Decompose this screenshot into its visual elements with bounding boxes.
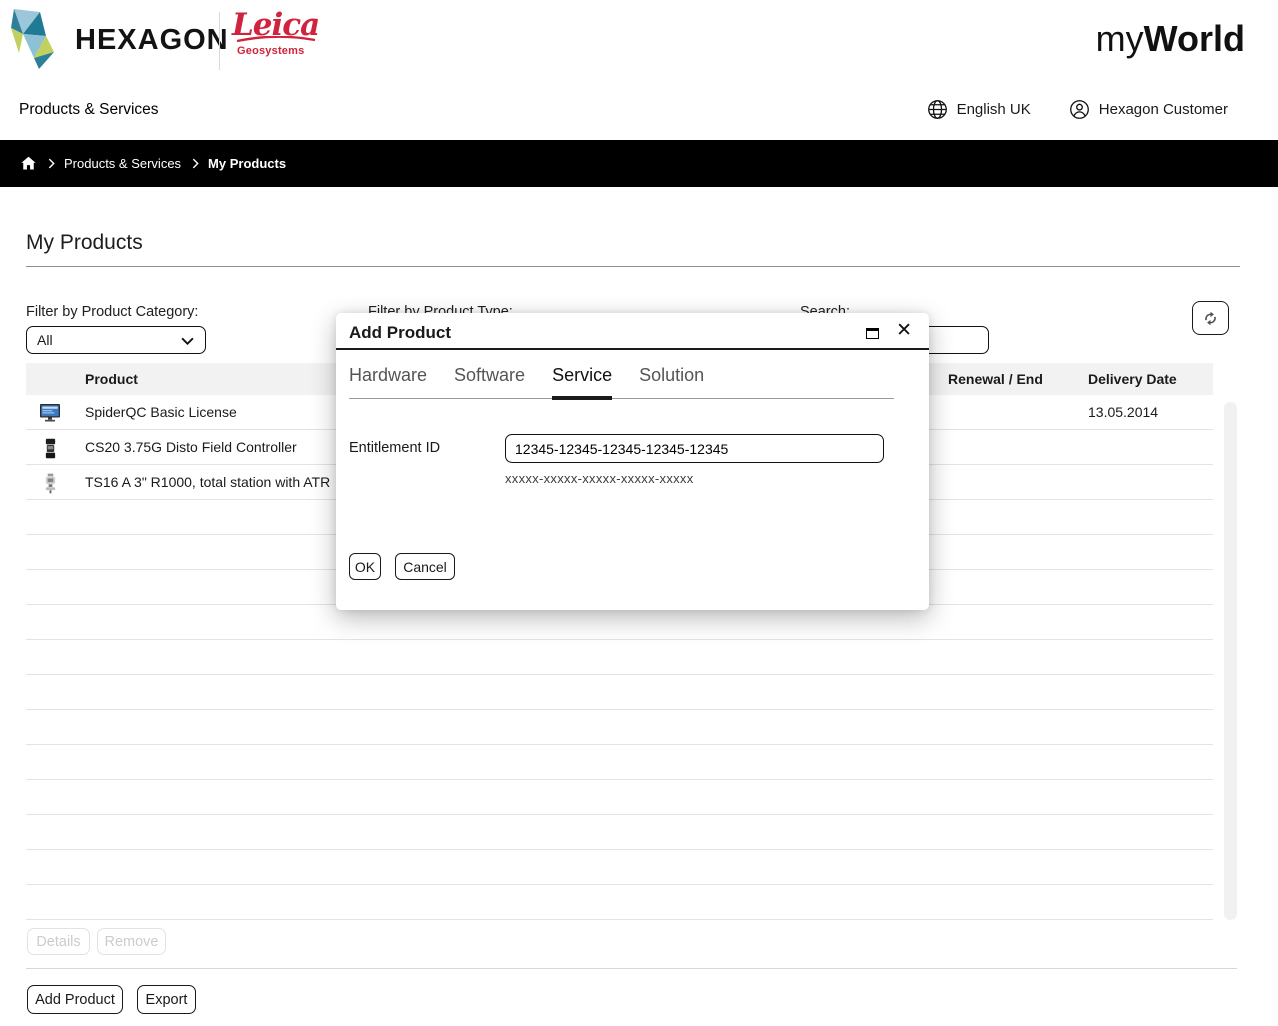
breadcrumb: Products & Services My Products	[0, 140, 1278, 187]
ok-button[interactable]: OK	[349, 553, 381, 580]
globe-icon	[927, 99, 948, 120]
remove-button[interactable]: Remove	[97, 928, 166, 955]
table-row-empty	[26, 745, 1213, 780]
table-row-empty	[26, 640, 1213, 675]
logo-divider	[219, 12, 220, 70]
refresh-icon	[1202, 310, 1219, 327]
dialog-title-rule	[336, 348, 929, 350]
user-label: Hexagon Customer	[1099, 101, 1228, 118]
delivery-date: 13.05.2014	[1088, 404, 1158, 420]
details-button[interactable]: Details	[27, 928, 90, 955]
add-product-button[interactable]: Add Product	[27, 985, 123, 1014]
entitlement-id-input[interactable]	[505, 434, 884, 463]
dialog-tabs: Hardware Software Service Solution	[349, 365, 894, 399]
monitor-product-icon	[39, 402, 61, 424]
table-row-empty	[26, 780, 1213, 815]
title-divider	[26, 266, 1240, 267]
table-row-empty	[26, 815, 1213, 850]
app-title-world: World	[1144, 18, 1245, 59]
total-station-product-icon	[39, 472, 61, 494]
category-filter-label: Filter by Product Category:	[26, 304, 198, 320]
myworld-page: HEXAGON Leica Geosystems myWorld Product…	[0, 0, 1278, 1026]
category-select[interactable]: All	[26, 326, 206, 354]
language-label: English UK	[957, 101, 1031, 118]
bottom-divider	[26, 968, 1237, 969]
app-title: myWorld	[1096, 18, 1245, 60]
dialog-title: Add Product	[349, 323, 451, 343]
chevron-down-icon	[181, 337, 194, 345]
tab-solution[interactable]: Solution	[639, 365, 704, 399]
table-row-empty	[26, 675, 1213, 710]
breadcrumb-products-services[interactable]: Products & Services	[64, 156, 181, 171]
app-title-my: my	[1096, 18, 1144, 59]
tab-software[interactable]: Software	[454, 365, 525, 399]
controller-product-icon	[39, 437, 61, 459]
column-header-delivery[interactable]: Delivery Date	[1088, 371, 1177, 387]
close-icon[interactable]: ✕	[896, 319, 912, 342]
product-name: SpiderQC Basic License	[85, 404, 237, 420]
maximize-icon[interactable]	[866, 328, 879, 339]
chevron-right-icon	[192, 158, 199, 169]
cancel-button[interactable]: Cancel	[395, 553, 455, 580]
home-icon[interactable]	[20, 155, 37, 172]
category-select-value: All	[37, 332, 53, 348]
hexagon-brand-text: HEXAGON	[75, 24, 229, 57]
hexagon-logo-icon	[10, 8, 68, 70]
column-header-product[interactable]: Product	[85, 371, 138, 387]
breadcrumb-my-products[interactable]: My Products	[208, 156, 286, 171]
table-row-empty	[26, 605, 1213, 640]
product-name: CS20 3.75G Disto Field Controller	[85, 439, 297, 455]
user-menu[interactable]: Hexagon Customer	[1069, 99, 1228, 120]
table-scrollbar[interactable]	[1224, 402, 1237, 920]
leica-geosystems-text: Geosystems	[237, 45, 324, 57]
chevron-right-icon	[48, 158, 55, 169]
leica-logo: Leica Geosystems	[232, 8, 324, 57]
export-button[interactable]: Export	[137, 985, 196, 1014]
add-product-dialog: Add Product ✕ Hardware Software Service Sol…	[336, 313, 929, 610]
tab-service[interactable]: Service	[552, 365, 612, 399]
entitlement-id-label: Entitlement ID	[349, 440, 440, 456]
refresh-button[interactable]	[1192, 301, 1229, 335]
table-row-empty	[26, 710, 1213, 745]
table-row-empty	[26, 885, 1213, 920]
column-header-renewal[interactable]: Renewal / End	[948, 371, 1043, 387]
page-title: My Products	[26, 231, 143, 255]
nav-products-services[interactable]: Products & Services	[19, 101, 159, 119]
topnav-right: English UK Hexagon Customer	[927, 99, 1228, 120]
table-row-empty	[26, 850, 1213, 885]
language-selector[interactable]: English UK	[927, 99, 1031, 120]
entitlement-id-hint: xxxxx-xxxxx-xxxxx-xxxxx-xxxxx	[505, 471, 694, 486]
user-icon	[1069, 99, 1090, 120]
tab-hardware[interactable]: Hardware	[349, 365, 427, 399]
product-name: TS16 A 3" R1000, total station with ATR	[85, 474, 330, 490]
